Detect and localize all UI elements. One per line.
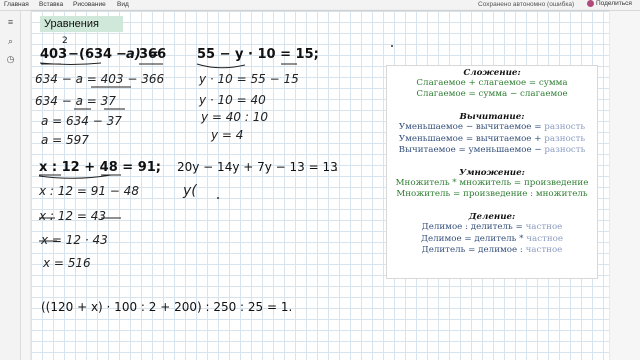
eq2: 55 − y · 10 = 15; bbox=[197, 47, 319, 62]
eq4-end-dot bbox=[335, 169, 337, 171]
menu-insert[interactable]: Вставка bbox=[39, 1, 63, 8]
subtraction-line-1-text: Уменьшаемое − вычитаемое = bbox=[398, 122, 545, 133]
left-sidebar: ≡ ⌕ ◷ bbox=[0, 11, 21, 360]
eq2-step-4: y = 4 bbox=[211, 128, 244, 142]
menu-home[interactable]: Главная bbox=[4, 1, 29, 8]
eq3-step-2: x : 12 = 43 bbox=[39, 209, 106, 223]
eq2-step-3: y = 40 : 10 bbox=[201, 110, 268, 124]
reference-card: Сложение: Слагаемое + слагаемое = сумма … bbox=[386, 65, 598, 279]
eq3-step-3: x = 12 · 43 bbox=[41, 233, 108, 247]
note-page[interactable]: Уравнения 403 2 − (634 − a) = . . = bbox=[31, 11, 609, 360]
division-line-3: Делитель = делимое : частное bbox=[387, 245, 597, 256]
save-status: Сохранено автономно (ошибка) bbox=[478, 1, 575, 8]
share-button[interactable]: Поделиться bbox=[587, 0, 632, 7]
eq1-a: 403 bbox=[40, 47, 68, 62]
eq1-step-3: a = 634 − 37 bbox=[41, 114, 122, 128]
division-line-1: Делимое : делитель = частное bbox=[387, 222, 597, 233]
ink-dot bbox=[391, 45, 393, 47]
subtraction-line-1-term: разность bbox=[544, 122, 586, 133]
multiplication-line-1: Множитель * множитель = произведение bbox=[395, 178, 589, 189]
eq1-superscript: 2 bbox=[62, 36, 68, 46]
menu-bar: Главная Вставка Рисование Вид Сохранено … bbox=[0, 0, 640, 11]
division-line-1-term: частное bbox=[525, 222, 563, 233]
subtraction-line-2: Уменьшаемое = вычитаемое + разность bbox=[387, 134, 597, 145]
division-line-2: Делимое = делитель * частное bbox=[387, 234, 597, 245]
eq4-step-1: y( bbox=[183, 183, 197, 199]
notebooks-icon[interactable]: ≡ bbox=[6, 18, 15, 27]
eq3: x : 12 + 48 = 91; bbox=[39, 160, 161, 175]
subtraction-line-3-text: Вычитаемое = уменьшаемое − bbox=[398, 144, 545, 155]
eq1-step-1: 634 − a = 403 − 366 bbox=[35, 72, 165, 86]
eq2-step-2: y · 10 = 40 bbox=[199, 93, 266, 107]
eq4: 20y − 14y + 7y − 13 = 13 bbox=[177, 160, 338, 174]
eq1-d: 366 bbox=[139, 47, 167, 62]
search-icon[interactable]: ⌕ bbox=[6, 37, 15, 46]
subtraction-line-3-term: разность bbox=[544, 144, 586, 155]
menu-draw[interactable]: Рисование bbox=[73, 1, 106, 8]
multiplication-header: Умножение: bbox=[459, 168, 525, 179]
division-line-3-text: Делитель = делимое : bbox=[421, 244, 526, 255]
subtraction-line-3: Вычитаемое = уменьшаемое − разность bbox=[387, 145, 597, 156]
share-label: Поделиться bbox=[596, 0, 632, 7]
multiplication-line-2: Множитель = произведение : множитель bbox=[396, 189, 588, 200]
division-line-2-term: частное bbox=[526, 233, 564, 244]
division-line-3-term: частное bbox=[525, 244, 563, 255]
eq3-step-4: x = 516 bbox=[43, 256, 91, 270]
division-header: Деление: bbox=[468, 212, 516, 223]
addition-line-2: Слагаемое = сумма − слагаемое bbox=[416, 89, 568, 100]
eq1-step-4: a = 597 bbox=[41, 133, 89, 147]
division-line-1-text: Делимое : делитель = bbox=[421, 222, 526, 233]
division-line-2-text: Делимое = делитель * bbox=[420, 233, 527, 244]
subtraction-line-2-term: разность bbox=[544, 133, 586, 144]
eq3-step-1: x : 12 = 91 − 48 bbox=[39, 184, 139, 198]
addition-line-1: Слагаемое + слагаемое = сумма bbox=[416, 78, 568, 88]
subtraction-header: Вычитание: bbox=[459, 112, 525, 123]
share-icon bbox=[587, 0, 594, 7]
ink-dot-2 bbox=[217, 197, 219, 199]
eq2-step-1: y · 10 = 55 − 15 bbox=[199, 72, 299, 86]
subtraction-line-1: Уменьшаемое − вычитаемое = разность bbox=[387, 122, 597, 133]
eq1-step-2: 634 − a = 37 bbox=[35, 94, 116, 108]
recent-icon[interactable]: ◷ bbox=[6, 55, 15, 64]
subtraction-line-2-text: Уменьшаемое = вычитаемое + bbox=[398, 133, 545, 144]
eq1-b: (634 bbox=[79, 47, 113, 62]
addition-header: Сложение: bbox=[463, 68, 521, 78]
eq1-minus: − bbox=[68, 47, 79, 62]
menu-view[interactable]: Вид bbox=[117, 1, 129, 8]
brace-55-y10 bbox=[196, 63, 246, 69]
eq5: ((120 + x) · 100 : 2 + 200) : 250 : 25 =… bbox=[41, 300, 293, 314]
